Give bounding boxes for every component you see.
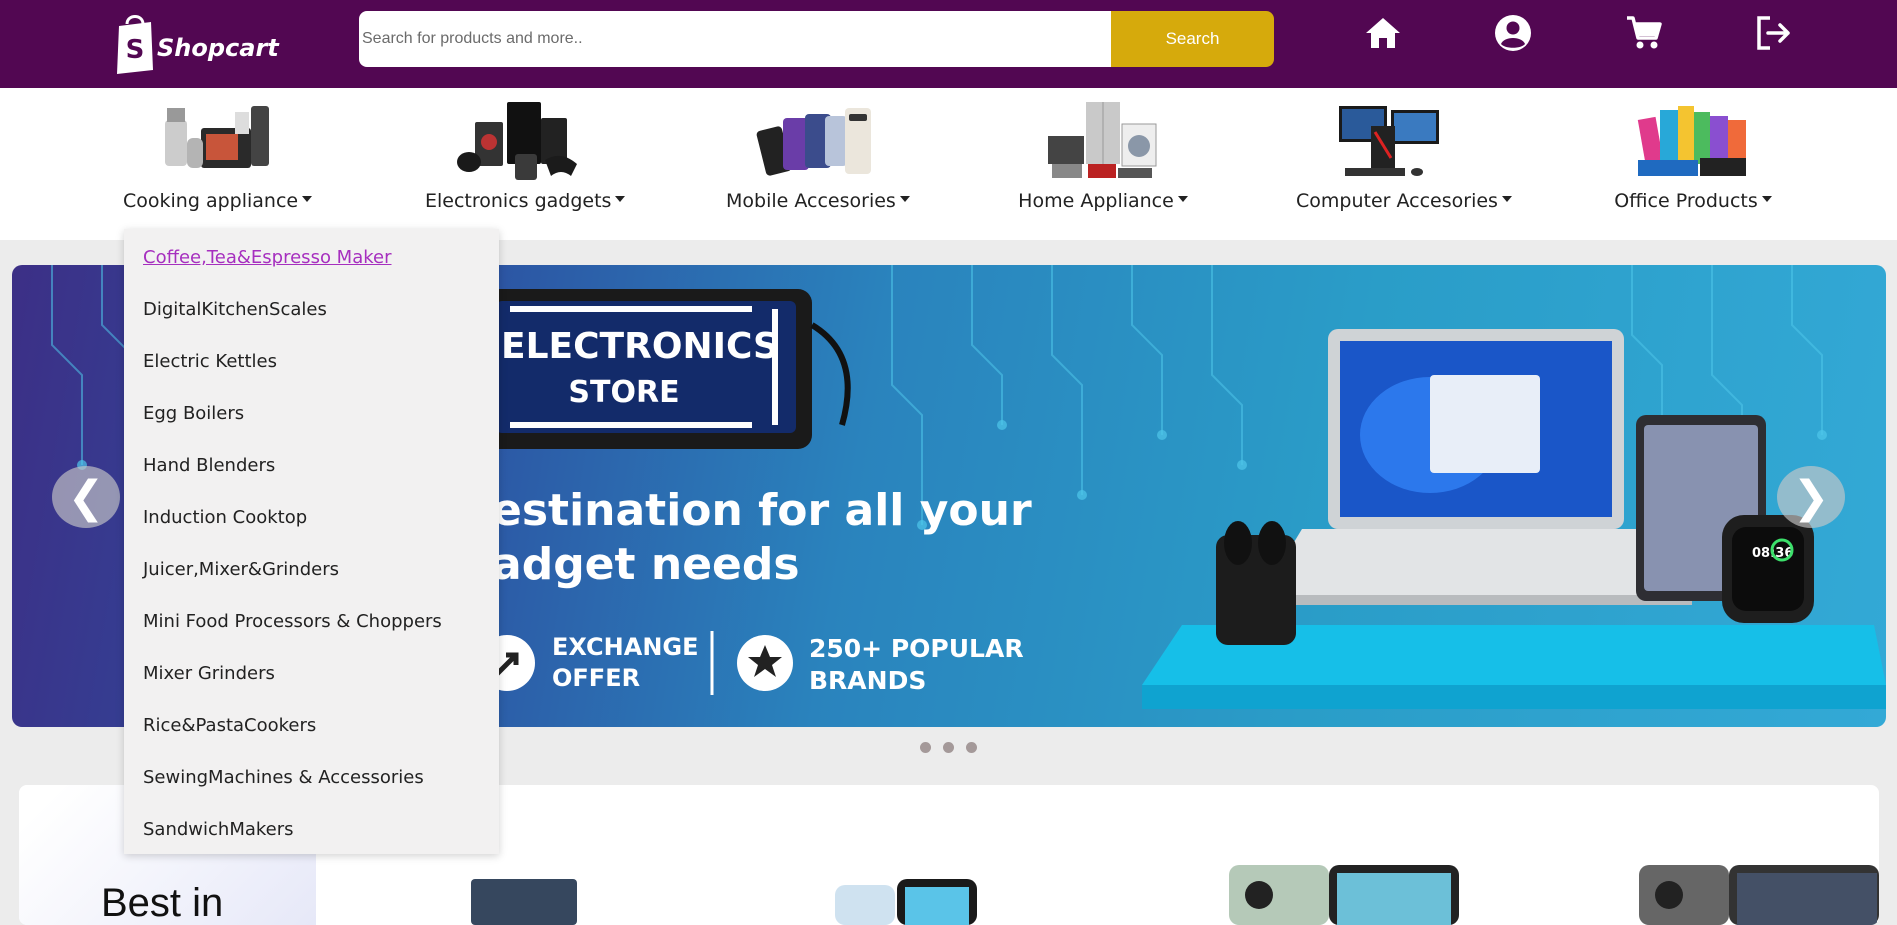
electronics-gadgets-image <box>455 98 585 184</box>
carousel-next-button[interactable]: ❯ <box>1777 466 1845 528</box>
sign-subtitle: STORE <box>568 375 679 410</box>
dropdown-item-electric-kettles[interactable]: Electric Kettles <box>124 347 499 399</box>
search-bar: Search <box>359 11 1274 67</box>
brand-logo[interactable]: S Shopcart <box>115 12 279 74</box>
carousel-dot[interactable] <box>943 742 954 753</box>
badge-brands-line2: BRANDS <box>809 666 926 695</box>
category-bar: Cooking appliance Electronics gadgets Mo… <box>0 88 1897 240</box>
badge-exchange-line1: EXCHANGE <box>552 633 699 661</box>
category-home-appliance[interactable]: Home Appliance <box>1018 98 1188 212</box>
logo-letter: S <box>126 35 145 65</box>
cart-icon[interactable] <box>1624 14 1664 52</box>
caret-down-icon <box>1761 195 1772 202</box>
computer-accesories-image <box>1331 98 1461 184</box>
dropdown-item-mini-food-processors[interactable]: Mini Food Processors & Choppers <box>124 607 499 659</box>
home-icon[interactable] <box>1363 14 1403 52</box>
dropdown-item-sandwich-makers[interactable]: SandwichMakers <box>124 815 499 867</box>
category-mobile-accesories[interactable]: Mobile Accesories <box>726 98 910 212</box>
carousel-dot[interactable] <box>966 742 977 753</box>
brand-name: Shopcart <box>157 34 279 62</box>
category-label: Mobile Accesories <box>726 190 910 212</box>
category-electronics-gadgets[interactable]: Electronics gadgets <box>425 98 626 212</box>
category-label: Cooking appliance <box>123 190 313 212</box>
dropdown-item-egg-boilers[interactable]: Egg Boilers <box>124 399 499 451</box>
caret-down-icon <box>1501 195 1512 202</box>
home-appliance-image <box>1038 98 1168 184</box>
search-button[interactable]: Search <box>1111 11 1274 67</box>
dropdown-item-coffee-tea-espresso-maker[interactable]: Coffee,Tea&Espresso Maker <box>124 243 499 295</box>
caret-down-icon <box>615 195 626 202</box>
category-label: Computer Accesories <box>1296 190 1512 212</box>
top-navbar: S Shopcart Search <box>0 0 1897 88</box>
mobile-accesories-image <box>751 98 881 184</box>
dropdown-item-mixer-grinders[interactable]: Mixer Grinders <box>124 659 499 711</box>
cooking-appliance-image <box>151 98 281 184</box>
caret-down-icon <box>899 195 910 202</box>
carousel-prev-button[interactable]: ❮ <box>52 466 120 528</box>
shopping-bag-icon: S <box>115 12 155 74</box>
category-label: Electronics gadgets <box>425 190 626 212</box>
search-input[interactable] <box>359 11 1111 67</box>
dropdown-item-hand-blenders[interactable]: Hand Blenders <box>124 451 499 503</box>
banner-headline-2: adget needs <box>492 539 800 590</box>
sign-title: ELECTRONICS <box>501 326 779 367</box>
category-computer-accesories[interactable]: Computer Accesories <box>1296 98 1512 212</box>
account-icon[interactable] <box>1493 14 1533 52</box>
banner-headline-1: estination for all your <box>492 485 1032 536</box>
badge-brands-line1: 250+ POPULAR <box>809 634 1024 663</box>
office-products-image <box>1628 98 1758 184</box>
category-label: Home Appliance <box>1018 190 1188 212</box>
logout-icon[interactable] <box>1754 14 1794 52</box>
category-cooking-appliance[interactable]: Cooking appliance <box>123 98 313 212</box>
dropdown-item-induction-cooktop[interactable]: Induction Cooktop <box>124 503 499 555</box>
product-image-1 <box>471 879 577 925</box>
badge-exchange-line2: OFFER <box>552 664 640 692</box>
category-office-products[interactable]: Office Products <box>1608 98 1778 212</box>
caret-down-icon <box>1177 195 1188 202</box>
dropdown-item-digital-kitchen-scales[interactable]: DigitalKitchenScales <box>124 295 499 347</box>
category-label: Office Products <box>1608 190 1778 212</box>
carousel-indicators <box>920 742 977 753</box>
dropdown-item-rice-pasta-cookers[interactable]: Rice&PastaCookers <box>124 711 499 763</box>
carousel-dot[interactable] <box>920 742 931 753</box>
caret-down-icon <box>302 195 313 202</box>
dropdown-item-juicer-mixer-grinders[interactable]: Juicer,Mixer&Grinders <box>124 555 499 607</box>
cooking-appliance-dropdown: Coffee,Tea&Espresso Maker DigitalKitchen… <box>124 229 499 854</box>
dropdown-item-sewing-machines[interactable]: SewingMachines & Accessories <box>124 763 499 815</box>
